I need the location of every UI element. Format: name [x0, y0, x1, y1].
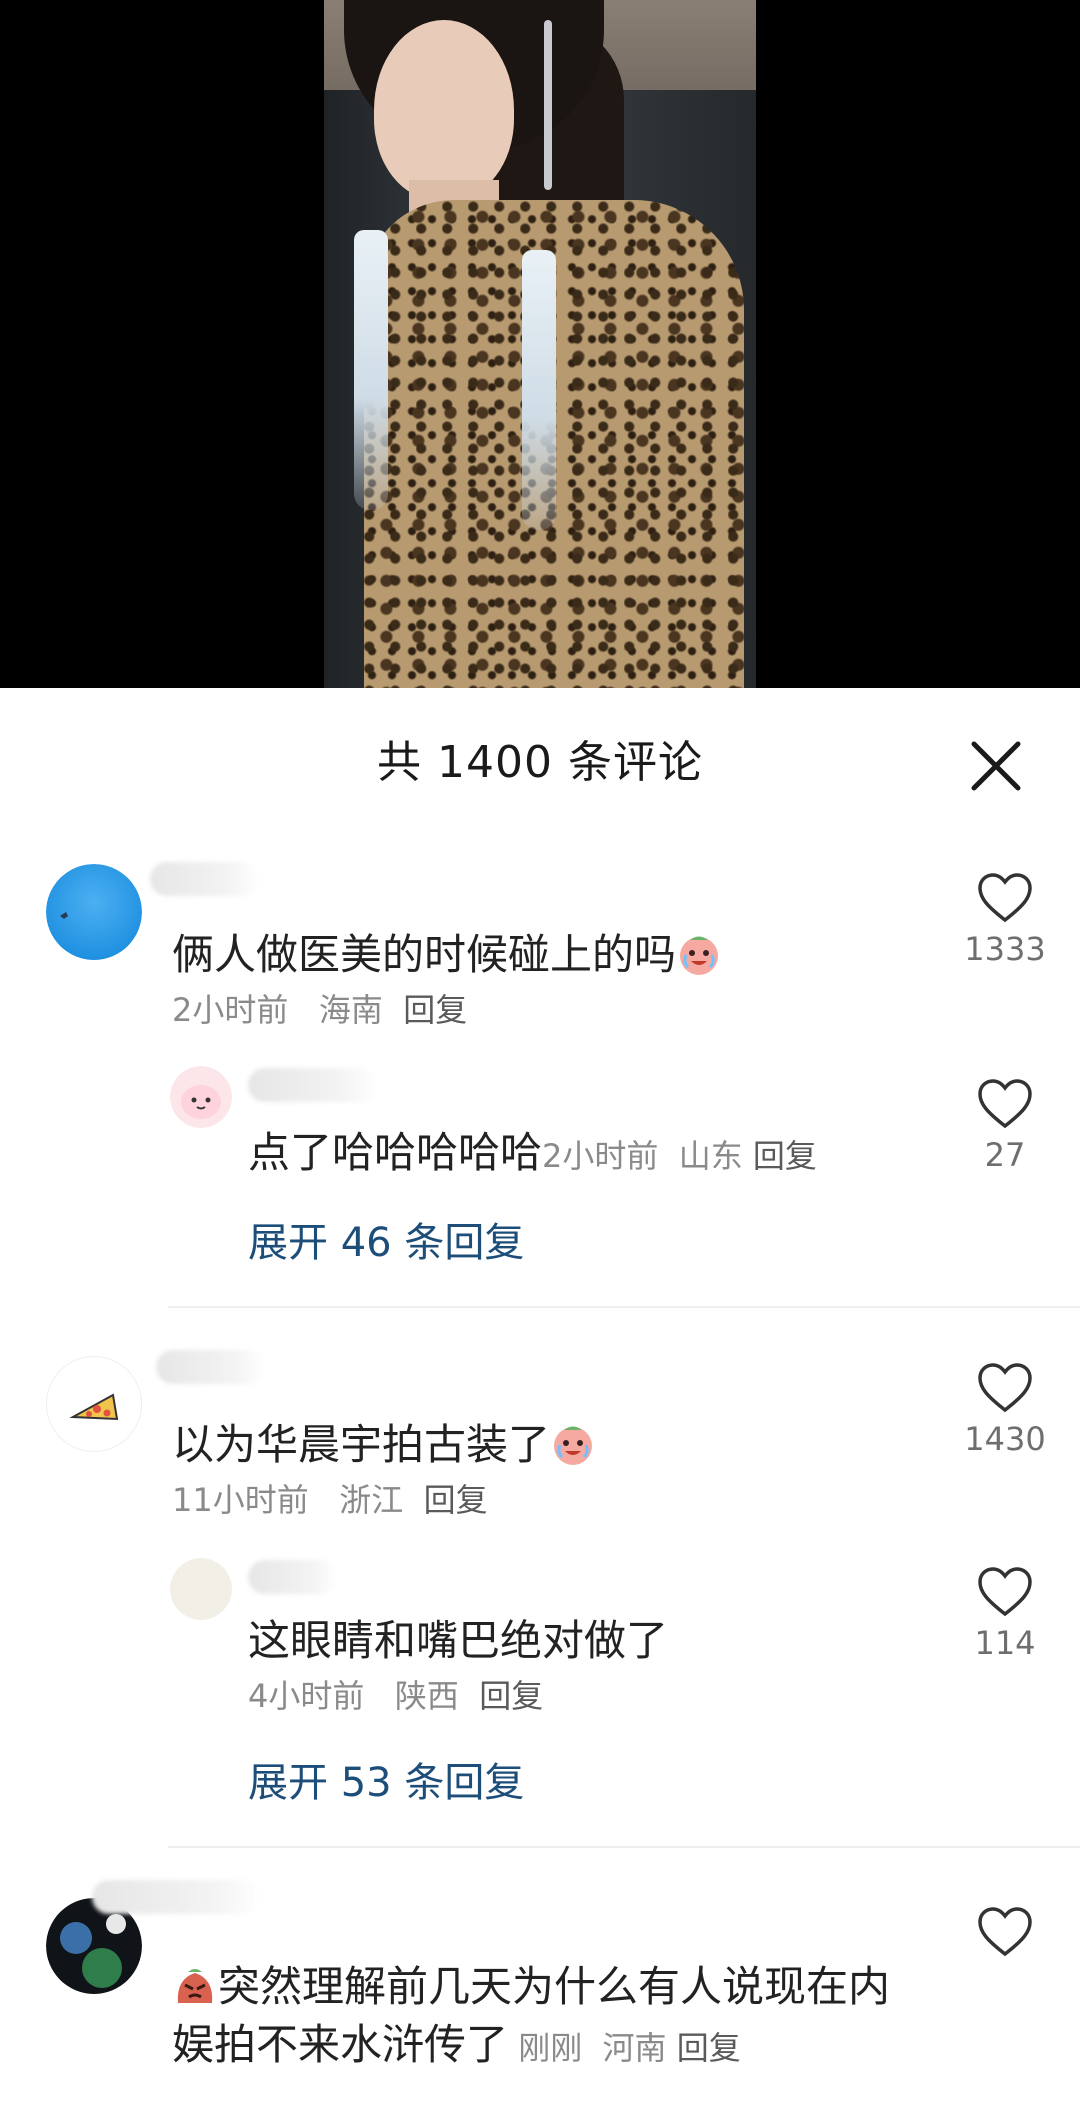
- username[interactable]: [92, 1880, 262, 1914]
- video-frame-image: [324, 0, 756, 688]
- divider: [168, 1306, 1080, 1308]
- username[interactable]: [150, 862, 260, 896]
- reply-button[interactable]: 回复: [424, 1481, 488, 1519]
- like-count: 27: [984, 1136, 1026, 1174]
- comment-time: 11小时前: [172, 1481, 309, 1519]
- close-button[interactable]: [966, 736, 1026, 796]
- comment-text: 娱拍不来水浒传了 刚刚 河南 回复: [172, 2020, 741, 2069]
- avatar[interactable]: [46, 1356, 142, 1452]
- avatar[interactable]: [46, 864, 142, 960]
- reply-button[interactable]: 回复: [403, 991, 467, 1029]
- heart-icon: [978, 1907, 1032, 1957]
- close-icon: [971, 741, 1021, 791]
- divider: [168, 1846, 1080, 1848]
- comment-time: 2小时前: [172, 991, 289, 1029]
- reply-meta: 4小时前 陕西 回复: [248, 1676, 543, 1716]
- like-button[interactable]: 27: [955, 1078, 1055, 1174]
- expand-replies-link[interactable]: 展开 46 条回复: [248, 1210, 524, 1268]
- heart-icon: [978, 1363, 1032, 1413]
- comment-location: 河南: [602, 2029, 667, 2067]
- crying-laughing-emoji: [680, 936, 719, 975]
- comment-count-title: 共 1400 条评论: [377, 737, 703, 788]
- heart-icon: [978, 1079, 1032, 1129]
- angry-face-emoji: [177, 1969, 213, 2003]
- avatar[interactable]: [170, 1558, 232, 1620]
- like-count: 114: [974, 1624, 1036, 1662]
- tassel-ornament: [522, 250, 556, 530]
- reply-text: 这眼睛和嘴巴绝对做了: [248, 1616, 669, 1665]
- hair-ornament: [544, 20, 552, 190]
- like-button[interactable]: [955, 1906, 1055, 1964]
- comment-location: 浙江: [339, 1481, 404, 1519]
- like-button[interactable]: 1333: [955, 872, 1055, 968]
- username[interactable]: [248, 1068, 378, 1102]
- reply-time: 4小时前: [248, 1677, 365, 1715]
- crying-laughing-emoji: [554, 1426, 593, 1465]
- video-player[interactable]: [0, 0, 1080, 688]
- username[interactable]: [248, 1560, 338, 1594]
- avatar[interactable]: [170, 1066, 232, 1128]
- reply-time: 2小时前: [542, 1137, 659, 1175]
- reply-text: 点了哈哈哈哈哈2小时前 山东 回复: [248, 1128, 817, 1177]
- comment-meta: 11小时前 浙江 回复: [172, 1480, 488, 1520]
- comment-meta: 2小时前 海南 回复: [172, 990, 467, 1030]
- reply-location: 山东: [678, 1137, 743, 1175]
- comment-text: 突然理解前几天为什么有人说现在内: [172, 1960, 890, 2014]
- tassel-ornament: [354, 230, 388, 510]
- heart-icon: [978, 873, 1032, 923]
- heart-icon: [978, 1567, 1032, 1617]
- reply-button[interactable]: 回复: [753, 1137, 817, 1175]
- reply-button[interactable]: 回复: [479, 1677, 543, 1715]
- username[interactable]: [156, 1350, 266, 1384]
- like-count: 1430: [964, 1420, 1046, 1458]
- like-button[interactable]: 114: [955, 1566, 1055, 1662]
- reply-button[interactable]: 回复: [677, 2029, 741, 2067]
- comment-text: 俩人做医美的时候碰上的吗: [172, 928, 722, 982]
- like-button[interactable]: 1430: [955, 1362, 1055, 1458]
- like-count: 1333: [964, 930, 1046, 968]
- comment-time: 刚刚: [518, 2029, 583, 2067]
- person-face: [374, 20, 514, 200]
- expand-replies-link[interactable]: 展开 53 条回复: [248, 1750, 524, 1808]
- reply-location: 陕西: [394, 1677, 459, 1715]
- comment-location: 海南: [318, 991, 383, 1029]
- comment-text: 以为华晨宇拍古装了: [172, 1418, 596, 1472]
